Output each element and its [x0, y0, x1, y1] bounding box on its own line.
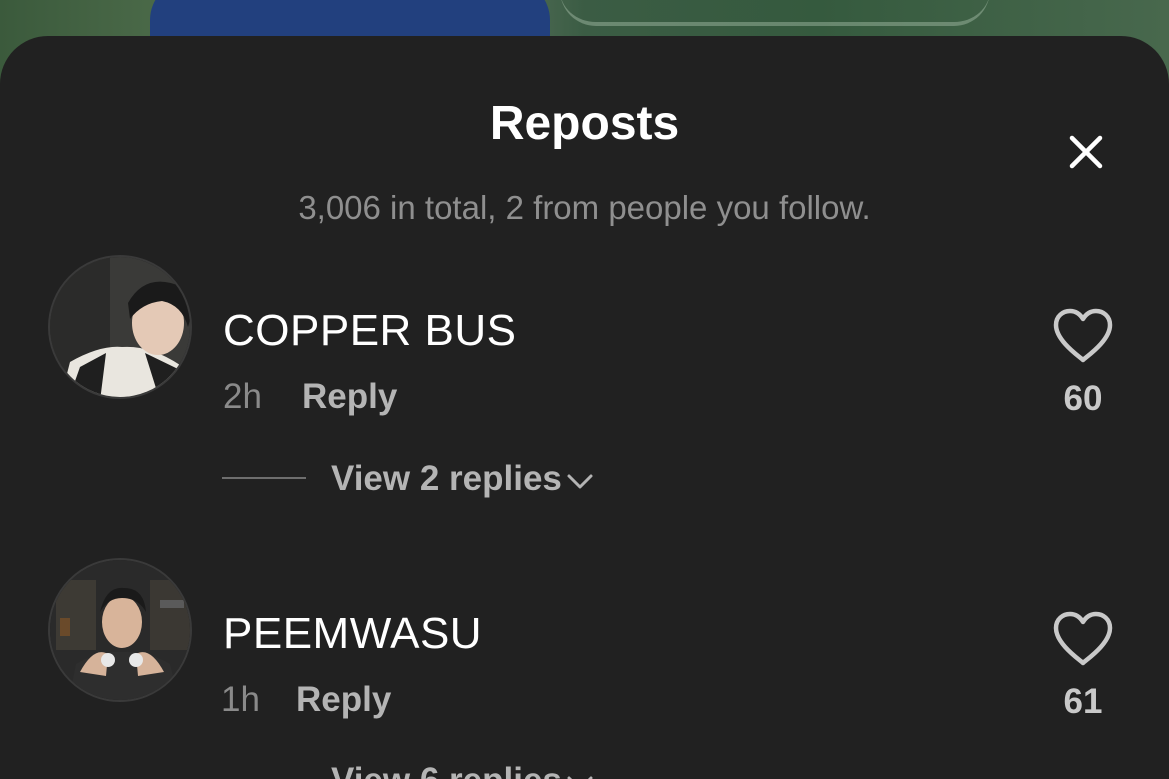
- reply-button[interactable]: Reply: [296, 680, 391, 720]
- avatar[interactable]: [48, 255, 192, 399]
- heart-outline-icon: [1053, 308, 1113, 363]
- username[interactable]: PEEMWASU: [223, 609, 482, 659]
- like-count: 60: [1063, 379, 1103, 418]
- close-button[interactable]: [1062, 128, 1110, 176]
- replies-divider: [222, 477, 306, 479]
- close-icon: [1069, 135, 1103, 169]
- sheet-title: Reposts: [489, 97, 680, 150]
- view-replies-label: View 6 replies: [331, 761, 562, 779]
- view-replies-button[interactable]: View 2 replies: [331, 459, 594, 499]
- heart-outline-icon: [1053, 611, 1113, 666]
- chevron-down-icon: [567, 474, 593, 489]
- timestamp: 1h: [221, 680, 260, 719]
- chevron-down-icon: [567, 776, 593, 779]
- reply-button[interactable]: Reply: [302, 377, 397, 417]
- view-replies-label: View 2 replies: [331, 459, 562, 498]
- like-button[interactable]: [1052, 611, 1114, 667]
- username[interactable]: COPPER BUS: [223, 306, 517, 356]
- view-replies-button[interactable]: View 6 replies: [331, 761, 594, 779]
- like-button[interactable]: [1052, 308, 1114, 364]
- reposts-sheet: Reposts 3,006 in total, 2 from people yo…: [0, 36, 1169, 779]
- background-stripe: [560, 0, 990, 26]
- avatar[interactable]: [48, 558, 192, 702]
- like-count: 61: [1063, 682, 1103, 721]
- repost-summary: 3,006 in total, 2 from people you follow…: [298, 189, 871, 226]
- timestamp: 2h: [223, 377, 262, 416]
